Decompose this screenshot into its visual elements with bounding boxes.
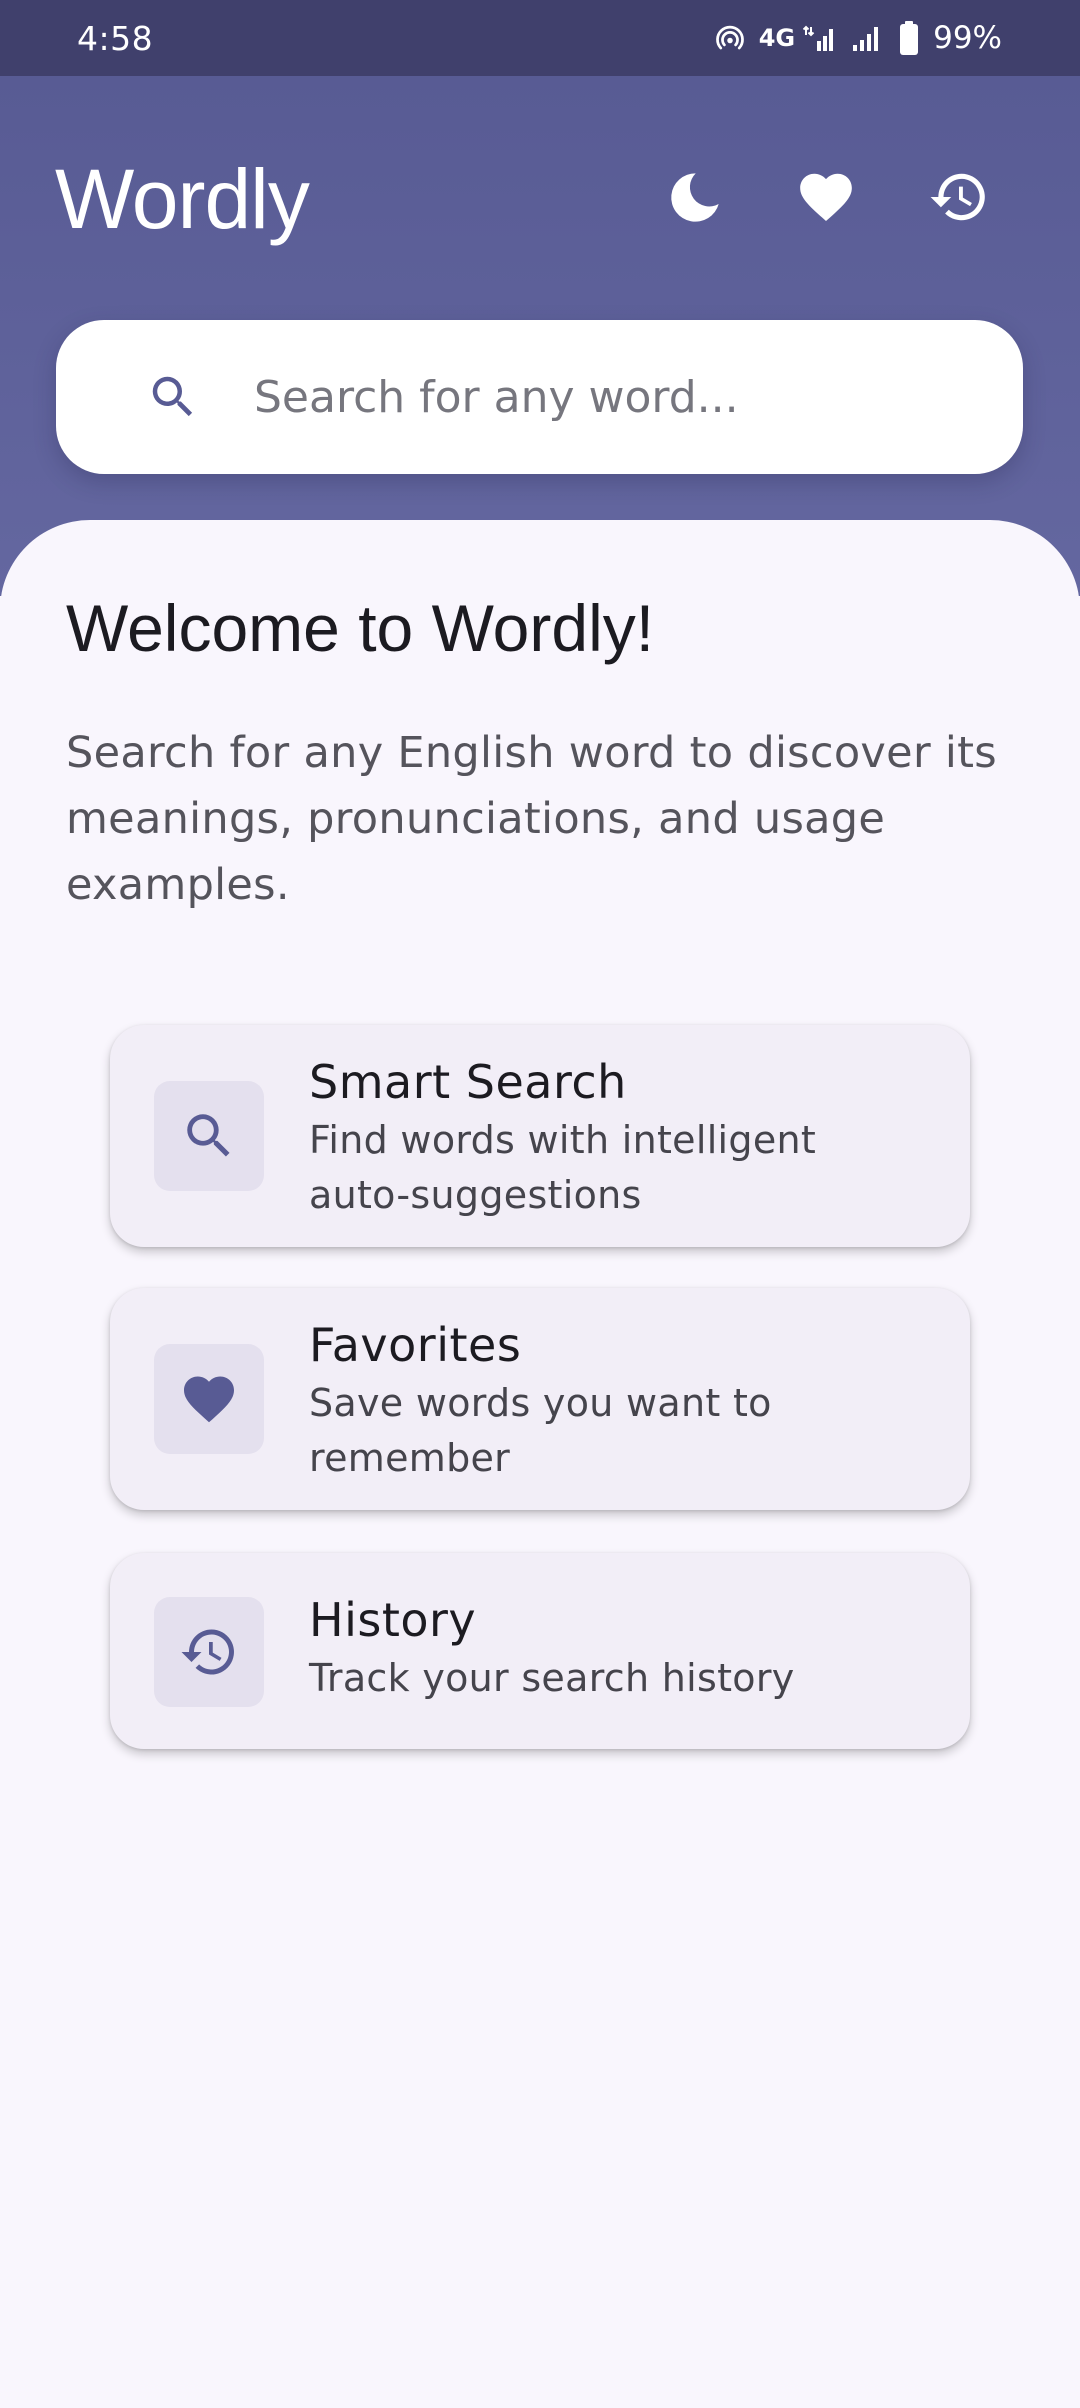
battery-percent: 99% bbox=[933, 20, 1002, 56]
search-input[interactable] bbox=[254, 360, 974, 434]
feature-card-smart-search[interactable]: Smart Search Find words with intelligent… bbox=[110, 1025, 970, 1247]
feature-description: Track your search history bbox=[309, 1656, 795, 1700]
feature-description: Save words you want to remember bbox=[309, 1381, 772, 1480]
dark-mode-button[interactable] bbox=[658, 160, 732, 234]
hotspot-icon bbox=[715, 23, 745, 53]
search-bar[interactable] bbox=[56, 320, 1023, 474]
feature-icon-box bbox=[154, 1597, 264, 1707]
status-bar: 4:58 4G 99% bbox=[0, 0, 1080, 76]
history-icon bbox=[181, 1629, 234, 1675]
battery-icon bbox=[899, 21, 919, 55]
app-header: Wordly bbox=[0, 76, 1080, 596]
history-icon bbox=[930, 173, 985, 221]
favorites-button[interactable] bbox=[789, 160, 863, 234]
feature-card-favorites[interactable]: Favorites Save words you want to remembe… bbox=[110, 1288, 970, 1510]
signal-icon bbox=[851, 23, 885, 53]
app-title: Wordly bbox=[55, 152, 310, 246]
welcome-title: Welcome to Wordly! bbox=[66, 591, 655, 665]
app-screen: 4:58 4G 99% Wordly Search for any word..… bbox=[0, 0, 1080, 2408]
feature-description: Find words with intelligent auto-suggest… bbox=[309, 1118, 817, 1217]
feature-icon-box bbox=[154, 1344, 264, 1454]
network-type: 4G bbox=[758, 24, 796, 52]
search-icon bbox=[187, 1114, 230, 1157]
heart-icon bbox=[800, 173, 852, 222]
feature-title: History bbox=[309, 1593, 477, 1647]
welcome-text: Search for any English word to discover … bbox=[66, 728, 997, 910]
signal-4g-icon bbox=[803, 23, 837, 53]
feature-card-history[interactable]: History Track your search history bbox=[110, 1553, 970, 1749]
content-sheet: Welcome to Wordly! Search for any Englis… bbox=[0, 520, 1080, 2408]
search-icon bbox=[152, 376, 193, 417]
history-button[interactable] bbox=[922, 160, 996, 234]
feature-title: Favorites bbox=[309, 1318, 522, 1372]
status-indicators: 4G 99% bbox=[715, 20, 1002, 56]
moon-icon bbox=[671, 173, 719, 222]
feature-icon-box bbox=[154, 1081, 264, 1191]
status-time: 4:58 bbox=[77, 18, 154, 58]
heart-icon bbox=[184, 1376, 234, 1423]
feature-title: Smart Search bbox=[309, 1055, 627, 1109]
